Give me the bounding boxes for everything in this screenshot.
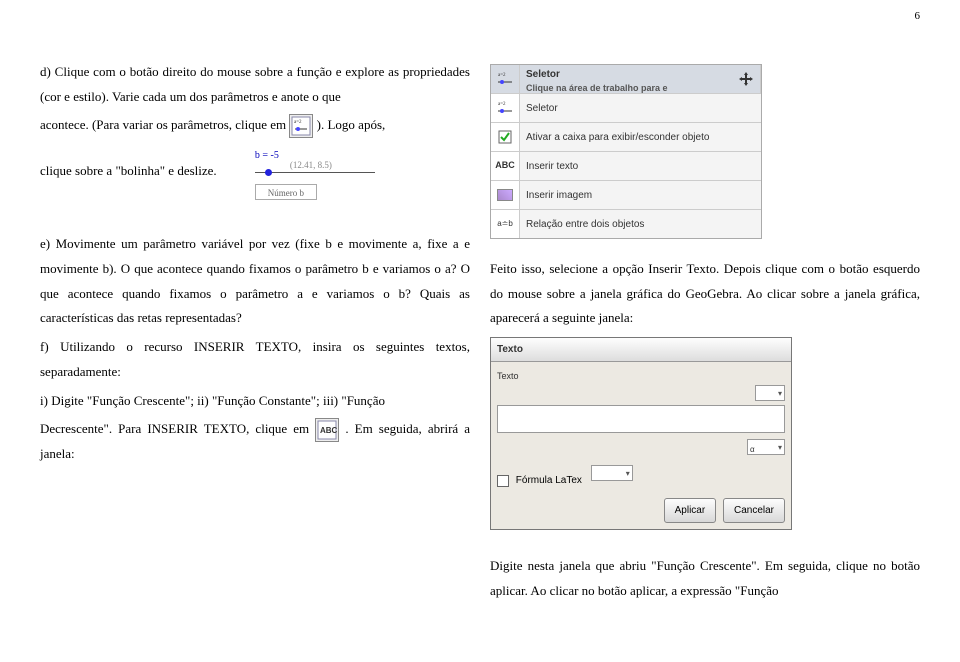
move-icon xyxy=(732,65,761,93)
slider-knob xyxy=(265,169,272,176)
dialog-text-input[interactable] xyxy=(497,405,785,433)
svg-text:a=2: a=2 xyxy=(498,73,506,78)
acontece-pre: acontece. (Para variar os parâmetros, cl… xyxy=(40,117,289,132)
svg-text:ABC: ABC xyxy=(320,426,338,435)
toolbox-row3-label: Inserir texto xyxy=(520,157,761,176)
decrescente-pre: Decrescente". Para INSERIR TEXTO, clique… xyxy=(40,421,315,436)
paragraph-deslize: clique sobre a "bolinha" e deslize. b = … xyxy=(40,142,470,202)
dialog-titlebar: Texto xyxy=(491,338,791,362)
dialog-latex-checkbox[interactable] xyxy=(497,475,509,487)
slider-figure: b = -5 (12.41, 8.5) Número b xyxy=(250,142,450,202)
slider-track xyxy=(255,172,375,173)
insert-text-tool-icon: ABC xyxy=(315,418,339,442)
dialog-dropdown-2[interactable]: α xyxy=(747,439,785,455)
paragraph-decrescente: Decrescente". Para INSERIR TEXTO, clique… xyxy=(40,417,470,467)
slider-tool-icon: a=2 xyxy=(289,114,313,138)
paragraph-digite: Digite nesta janela que abriu "Função Cr… xyxy=(490,554,920,603)
dialog-latex-row: Fórmula LaTex xyxy=(497,465,785,490)
toolbox-row1-label: Seletor xyxy=(520,99,761,118)
toolbox-seletor-title: Seletor xyxy=(526,69,560,80)
slider-b-label: b = -5 xyxy=(255,146,279,165)
page-number: 6 xyxy=(915,10,921,22)
image-icon xyxy=(491,181,520,209)
toolbox-row4-label: Inserir imagem xyxy=(520,186,761,205)
text-dialog: Texto Texto α Fórmula LaTex Aplicar Canc xyxy=(490,337,792,530)
toolbox-header[interactable]: a=2 Seletor Clique na área de trabalho p… xyxy=(491,65,761,94)
dialog-latex-dropdown[interactable] xyxy=(591,465,633,481)
slider-icon: a=2 xyxy=(491,65,520,93)
dialog-cancel-button[interactable]: Cancelar xyxy=(723,498,785,523)
right-column: a=2 Seletor Clique na área de trabalho p… xyxy=(490,60,920,608)
checkbox-icon xyxy=(491,123,520,151)
text-abc-icon: ABC xyxy=(491,152,520,180)
dialog-field-label: Texto xyxy=(497,368,785,385)
toolbox-row-image[interactable]: Inserir imagem xyxy=(491,181,761,210)
paragraph-acontece: acontece. (Para variar os parâmetros, cl… xyxy=(40,113,470,138)
slider-icon-small: a=2 xyxy=(491,94,520,122)
toolbox-seletor-sub: Clique na área de trabalho para e xyxy=(526,84,732,94)
acontece-post: ). Logo após, xyxy=(317,117,386,132)
toolbox-row-text[interactable]: ABC Inserir texto xyxy=(491,152,761,181)
paragraph-f: f) Utilizando o recurso INSERIR TEXTO, i… xyxy=(40,335,470,384)
svg-text:a=2: a=2 xyxy=(294,120,302,125)
dialog-dropdown-1[interactable] xyxy=(755,385,785,401)
dialog-latex-label: Fórmula LaTex xyxy=(516,475,582,486)
toolbox-row5-label: Relação entre dois objetos xyxy=(520,215,761,234)
relation-icon: a≐b xyxy=(491,210,520,238)
left-column: d) Clique com o botão direito do mouse s… xyxy=(40,60,470,471)
toolbox-header-label: Seletor Clique na área de trabalho para … xyxy=(520,65,732,94)
paragraph-d: d) Clique com o botão direito do mouse s… xyxy=(40,60,470,109)
dialog-apply-button[interactable]: Aplicar xyxy=(664,498,717,523)
toolbox-row-checkbox[interactable]: Ativar a caixa para exibir/esconder obje… xyxy=(491,123,761,152)
svg-text:a=2: a=2 xyxy=(498,102,506,107)
paragraph-i: i) Digite "Função Crescente"; ii) "Funçã… xyxy=(40,389,470,414)
paragraph-feito: Feito isso, selecione a opção Inserir Te… xyxy=(490,257,920,331)
deslize-text: clique sobre a "bolinha" e deslize. xyxy=(40,163,220,178)
toolbox-menu: a=2 Seletor Clique na área de trabalho p… xyxy=(490,64,762,239)
toolbox-row-seletor[interactable]: a=2 Seletor xyxy=(491,94,761,123)
toolbox-row-relation[interactable]: a≐b Relação entre dois objetos xyxy=(491,210,761,238)
paragraph-e: e) Movimente um parâmetro variável por v… xyxy=(40,232,470,331)
toolbox-row2-label: Ativar a caixa para exibir/esconder obje… xyxy=(520,128,761,147)
slider-number-box: Número b xyxy=(255,184,317,200)
